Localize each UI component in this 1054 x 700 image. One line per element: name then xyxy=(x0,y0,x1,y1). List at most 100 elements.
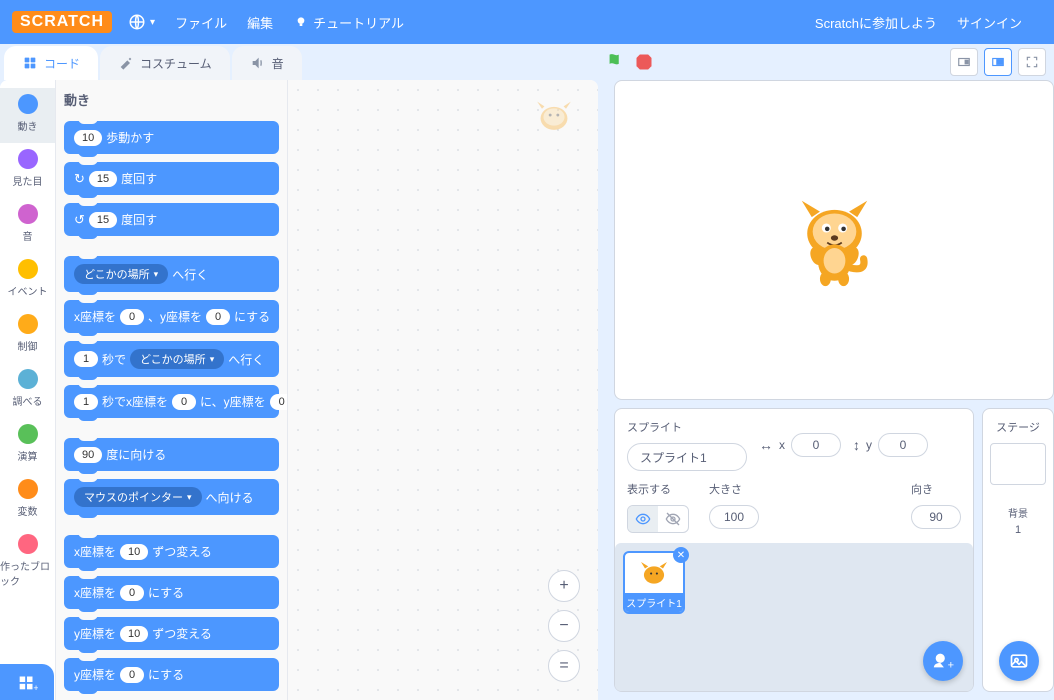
extension-button[interactable]: + xyxy=(0,664,54,700)
category-variables[interactable]: 変数 xyxy=(0,473,55,528)
add-backdrop-button[interactable] xyxy=(999,641,1039,681)
block-change-y[interactable]: y座標を 10 ずつ変える xyxy=(64,617,279,650)
edit-menu[interactable]: 編集 xyxy=(247,13,273,32)
file-menu[interactable]: ファイル xyxy=(175,13,227,32)
sprite-size-input[interactable] xyxy=(709,505,759,529)
block-categories: 動き見た目音イベント制御調べる演算変数作ったブロック xyxy=(0,80,56,700)
category-label: イベント xyxy=(8,283,48,298)
sprite-info-panel: スプライト ↔ x ↕ y 表示す xyxy=(614,408,974,692)
right-panel: スプライト ↔ x ↕ y 表示す xyxy=(614,80,1054,700)
category-label: 変数 xyxy=(18,503,38,518)
y-arrow-icon: ↕ xyxy=(853,437,860,453)
stage-panel: ステージ 背景 1 xyxy=(982,408,1054,692)
category-motion[interactable]: 動き xyxy=(0,88,55,143)
stage[interactable] xyxy=(614,80,1054,400)
language-menu[interactable]: ▾ xyxy=(128,13,155,31)
fullscreen-button[interactable] xyxy=(1018,48,1046,76)
stage-sprite-cat[interactable] xyxy=(787,188,882,293)
show-sprite-button[interactable] xyxy=(628,506,658,532)
category-sensing[interactable]: 調べる xyxy=(0,363,55,418)
category-control[interactable]: 制御 xyxy=(0,308,55,363)
sprite-name-input[interactable] xyxy=(627,443,747,471)
tutorials-menu[interactable]: チュートリアル xyxy=(293,13,404,32)
stage-label: ステージ xyxy=(996,419,1040,435)
category-dot-icon xyxy=(18,94,38,114)
stop-button[interactable] xyxy=(630,48,658,76)
size-label: 大きさ xyxy=(709,481,759,497)
category-dot-icon xyxy=(18,479,38,499)
sprite-direction-input[interactable] xyxy=(911,505,961,529)
sprite-y-input[interactable] xyxy=(878,433,928,457)
svg-text:+: + xyxy=(948,659,954,671)
zoom-in-button[interactable]: + xyxy=(548,570,580,602)
block-goto-xy[interactable]: x座標を 0 、y座標を 0 にする xyxy=(64,300,279,333)
y-label: y xyxy=(866,438,872,452)
tabs-row: コード コスチューム 音 xyxy=(0,44,1054,80)
svg-text:+: + xyxy=(33,683,38,693)
delete-sprite-button[interactable]: ✕ xyxy=(673,547,689,563)
zoom-out-button[interactable]: − xyxy=(548,610,580,642)
sprite-list: ✕ スプライト1 + xyxy=(615,543,973,691)
category-label: 作ったブロック xyxy=(0,558,55,588)
add-sprite-button[interactable]: + xyxy=(923,641,963,681)
tab-sounds[interactable]: 音 xyxy=(232,46,302,80)
block-change-x[interactable]: x座標を 10 ずつ変える xyxy=(64,535,279,568)
stage-large-button[interactable] xyxy=(984,48,1012,76)
backdrop-label: 背景 xyxy=(1008,505,1028,520)
category-dot-icon xyxy=(18,259,38,279)
zoom-reset-button[interactable]: = xyxy=(548,650,580,682)
tab-code[interactable]: コード xyxy=(4,46,98,80)
tab-costumes[interactable]: コスチューム xyxy=(100,46,230,80)
block-goto[interactable]: どこかの場所 へ行く xyxy=(64,256,279,292)
sprite-x-input[interactable] xyxy=(791,433,841,457)
script-workspace[interactable]: + − = xyxy=(288,80,598,700)
block-palette: 動き 10 歩動かす ↻ 15 度回す ↺ 15 度回す どこかの場所 へ行く … xyxy=(56,80,288,700)
category-myblocks[interactable]: 作ったブロック xyxy=(0,528,55,598)
join-scratch-link[interactable]: Scratchに参加しよう xyxy=(815,13,937,32)
show-label: 表示する xyxy=(627,481,689,497)
category-label: 演算 xyxy=(18,448,38,463)
category-dot-icon xyxy=(18,424,38,444)
category-events[interactable]: イベント xyxy=(0,253,55,308)
block-point-dir[interactable]: 90 度に向ける xyxy=(64,438,279,471)
category-dot-icon xyxy=(18,149,38,169)
category-dot-icon xyxy=(18,204,38,224)
x-label: x xyxy=(779,438,785,452)
sprite-thumb[interactable]: ✕ スプライト1 xyxy=(623,551,685,614)
stage-thumbnail[interactable] xyxy=(990,443,1046,485)
block-glide-xy[interactable]: 1 秒でx座標を 0 に、y座標を 0 xyxy=(64,385,279,418)
rotate-cw-icon: ↻ xyxy=(74,171,85,187)
green-flag-button[interactable] xyxy=(602,48,630,76)
palette-category-title: 動き xyxy=(64,90,279,109)
menubar: SCRATCH ▾ ファイル 編集 チュートリアル Scratchに参加しよう … xyxy=(0,0,1054,44)
x-arrow-icon: ↔ xyxy=(759,437,773,453)
category-dot-icon xyxy=(18,534,38,554)
sprite-thumb-label: スプライト1 xyxy=(625,593,683,612)
category-sound[interactable]: 音 xyxy=(0,198,55,253)
scratch-logo[interactable]: SCRATCH xyxy=(12,11,112,33)
sprite-watermark-icon xyxy=(530,92,578,145)
editor-left-panel: 動き見た目音イベント制御調べる演算変数作ったブロック 動き 10 歩動かす ↻ … xyxy=(0,80,598,700)
block-turn-ccw[interactable]: ↺ 15 度回す xyxy=(64,203,279,236)
category-label: 調べる xyxy=(13,393,43,408)
category-label: 音 xyxy=(23,228,33,243)
direction-label: 向き xyxy=(911,481,961,497)
category-label: 動き xyxy=(18,118,38,133)
block-point-towards[interactable]: マウスのポインター へ向ける xyxy=(64,479,279,515)
category-label: 見た目 xyxy=(13,173,43,188)
signin-link[interactable]: サインイン xyxy=(957,13,1022,32)
block-move-steps[interactable]: 10 歩動かす xyxy=(64,121,279,154)
block-set-y[interactable]: y座標を 0 にする xyxy=(64,658,279,691)
category-operators[interactable]: 演算 xyxy=(0,418,55,473)
stage-small-button[interactable] xyxy=(950,48,978,76)
category-label: 制御 xyxy=(18,338,38,353)
category-looks[interactable]: 見た目 xyxy=(0,143,55,198)
hide-sprite-button[interactable] xyxy=(658,506,688,532)
block-glide-to[interactable]: 1 秒で どこかの場所 へ行く xyxy=(64,341,279,377)
block-turn-cw[interactable]: ↻ 15 度回す xyxy=(64,162,279,195)
rotate-ccw-icon: ↺ xyxy=(74,212,85,228)
category-dot-icon xyxy=(18,369,38,389)
sprite-section-label: スプライト xyxy=(627,419,747,435)
block-set-x[interactable]: x座標を 0 にする xyxy=(64,576,279,609)
category-dot-icon xyxy=(18,314,38,334)
